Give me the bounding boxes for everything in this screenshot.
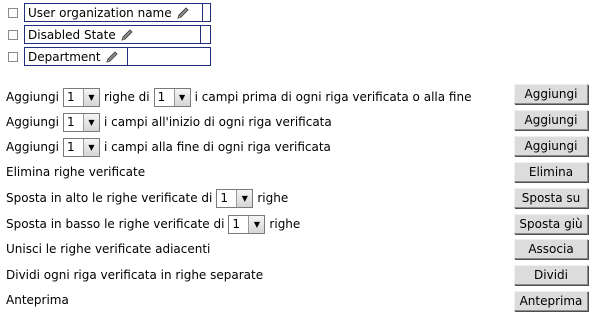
field-box-tail [203, 3, 211, 22]
action-text: i campi alla fine di ogni riga verificat… [103, 140, 331, 154]
add-fields-end-button[interactable]: Aggiungi [514, 136, 588, 156]
triangle-down-icon: ▼ [82, 113, 99, 131]
action-text: Sposta in alto le righe verificate di [6, 191, 213, 205]
field-row: User organization name [8, 3, 211, 22]
move-down-row: Sposta in basso le righe verificate di 1… [6, 213, 300, 235]
add-fields-end-row: Aggiungi 1 ▼ i campi alla fine di ogni r… [6, 136, 331, 158]
field-row: Department [8, 47, 211, 66]
field-row: Disabled State [8, 25, 211, 44]
action-text: Unisci le righe verificate adiacenti [6, 242, 211, 256]
select-value: 1 [220, 191, 228, 205]
select-value: 1 [66, 140, 75, 154]
move-up-row: Sposta in alto le righe verificate di 1 … [6, 187, 288, 209]
move-down-count-select[interactable]: 1 ▼ [228, 214, 266, 234]
preview-button[interactable]: Anteprima [514, 291, 588, 311]
add-count-select[interactable]: 1 ▼ [62, 87, 100, 107]
add-count-select[interactable]: 1 ▼ [62, 112, 100, 132]
action-text: Elimina righe verificate [6, 165, 146, 179]
triangle-down-icon: ▼ [236, 189, 253, 207]
field-checkbox[interactable] [8, 7, 18, 18]
delete-rows-row: Elimina righe verificate [6, 161, 145, 183]
action-text: i campi prima di ogni riga verificata o … [194, 90, 472, 104]
triangle-down-icon: ▼ [82, 88, 99, 106]
action-text: i campi all'inizio di ogni riga verifica… [103, 115, 332, 129]
action-text: Sposta in basso le righe verificate di [6, 217, 225, 231]
action-text: Aggiungi [6, 115, 59, 129]
select-value: 1 [232, 217, 241, 231]
merge-rows-row: Unisci le righe verificate adiacenti [6, 238, 210, 260]
move-up-button[interactable]: Sposta su [514, 188, 588, 208]
action-text: righe di [103, 90, 150, 104]
field-label: User organization name [28, 5, 172, 20]
row-count-select[interactable]: 1 ▼ [153, 87, 191, 107]
field-box-tail [201, 25, 211, 44]
action-text: righe [257, 191, 289, 205]
pencil-icon[interactable] [120, 28, 134, 42]
triangle-down-icon: ▼ [248, 215, 265, 233]
field-label: Department [28, 49, 101, 64]
field-checkbox[interactable] [8, 51, 18, 62]
action-text: Aggiungi [6, 140, 59, 154]
field-box-tail [128, 47, 211, 66]
delete-button[interactable]: Elimina [514, 162, 588, 182]
split-button[interactable]: Dividi [514, 265, 588, 285]
field-checkbox[interactable] [8, 29, 18, 40]
action-text: righe [269, 217, 301, 231]
add-fields-start-row: Aggiungi 1 ▼ i campi all'inizio di ogni … [6, 111, 332, 133]
field-name-box[interactable]: Disabled State [24, 25, 201, 44]
triangle-down-icon: ▼ [173, 88, 190, 106]
move-up-count-select[interactable]: 1 ▼ [216, 188, 254, 208]
preview-row: Anteprima [6, 289, 69, 311]
triangle-down-icon: ▼ [82, 138, 99, 156]
action-text: Aggiungi [6, 90, 59, 104]
pencil-icon[interactable] [105, 50, 119, 64]
action-text: Dividi ogni riga verificata in righe sep… [6, 268, 264, 282]
add-rows-before-end-row: Aggiungi 1 ▼ righe di 1 ▼ i campi prima … [6, 86, 471, 108]
pencil-icon[interactable] [176, 6, 190, 20]
action-text: Anteprima [6, 293, 69, 307]
select-value: 1 [66, 115, 75, 129]
merge-button[interactable]: Associa [514, 239, 588, 259]
field-label: Disabled State [28, 27, 116, 42]
select-value: 1 [157, 90, 166, 104]
add-fields-before-button[interactable]: Aggiungi [514, 84, 588, 104]
move-down-button[interactable]: Sposta giù [514, 214, 588, 234]
split-rows-row: Dividi ogni riga verificata in righe sep… [6, 264, 263, 286]
field-name-box[interactable]: Department [24, 47, 128, 66]
field-name-box[interactable]: User organization name [24, 3, 203, 22]
add-count-select[interactable]: 1 ▼ [62, 137, 100, 157]
add-fields-start-button[interactable]: Aggiungi [514, 110, 588, 130]
select-value: 1 [66, 90, 75, 104]
